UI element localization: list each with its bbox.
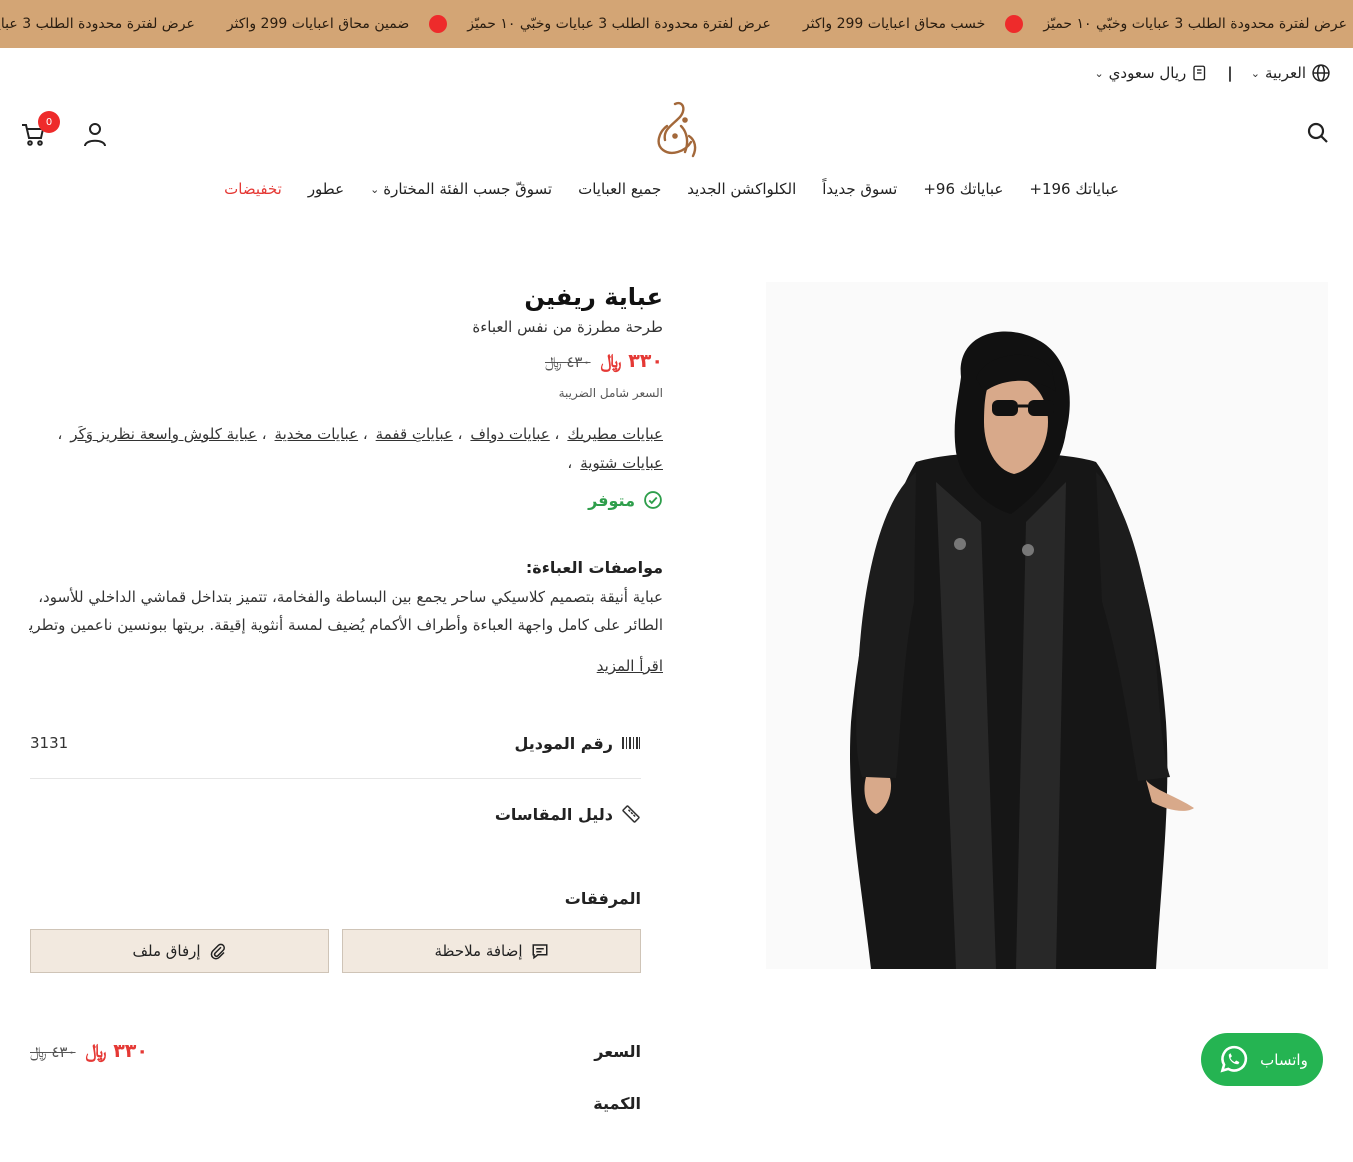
sale-price: ٣٣٠ ﷼ <box>600 350 663 372</box>
attachments-title: المرفقات <box>564 889 641 908</box>
check-circle-icon <box>644 491 662 509</box>
language-selector[interactable]: العربية ⌄ <box>1251 63 1331 83</box>
description-line: عباية أنيقة بتصميم كلاسيكي ساحر يجمع بين… <box>38 588 663 606</box>
category-link[interactable]: عباية كلوش واسعة نظريز وَكَر <box>70 425 257 443</box>
whatsapp-label: واتساب <box>1260 1050 1308 1069</box>
model-number-value: 3131 <box>30 734 69 752</box>
announcement-item: خسب محاق اعبايات 299 واكثر <box>802 16 986 32</box>
announcement-item: عرض لفترة محدودة الطلب 3 عبايات وخبّي ١٠… <box>467 16 771 32</box>
nav-item-perfumes[interactable]: عطور <box>308 180 344 198</box>
globe-icon <box>1312 64 1330 82</box>
nav-item-new-arrivals[interactable]: تسوق جديداً <box>822 180 897 198</box>
search-icon <box>1307 122 1328 143</box>
brand-logo[interactable] <box>645 96 707 166</box>
product-price: ٣٣٠ ﷼ ٤٣٠ ﷼ <box>29 350 663 372</box>
size-guide-label-group: دليل المقاسات <box>495 804 641 824</box>
stock-status: متوفر <box>29 490 663 510</box>
price-label: السعر <box>594 1042 641 1061</box>
model-number-label-group: رقم الموديل <box>514 734 641 753</box>
cart-count-badge: 0 <box>38 111 60 133</box>
product-subtitle: طرحة مطرزة من نفس العباءة <box>472 318 663 336</box>
attach-file-label: إرفاق ملف <box>132 942 201 960</box>
search-button[interactable] <box>1305 120 1331 146</box>
purchase-price: ٣٣٠ ﷼ ٤٣٠ ﷼ <box>30 1040 148 1062</box>
category-links: عبايات مطيرىك، عبايات دواف، عباياتِ قفمة… <box>57 425 663 472</box>
language-label: العربية <box>1265 64 1306 82</box>
product-title: عباية ريفين <box>524 283 663 311</box>
user-icon <box>84 123 106 147</box>
brooch <box>1022 544 1034 556</box>
currency-selector[interactable]: ريال سعودي ⌄ <box>1094 64 1209 82</box>
original-price: ٤٣٠ ﷼ <box>30 1043 76 1061</box>
announcement-item: عرض لفترة محدودة الطلب 3 عبايات و <box>0 16 195 32</box>
whatsapp-button[interactable]: واتساب <box>1201 1033 1323 1086</box>
nav-item-abayas-96[interactable]: عباياتك 96+ <box>923 180 1003 198</box>
description-title: مواصفات العباءة: <box>525 558 663 577</box>
original-price: ٤٣٠ ﷼ <box>545 353 591 371</box>
tax-note: السعر شامل الضريبة <box>558 386 663 400</box>
model-number-row: رقم الموديل 3131 <box>30 728 641 758</box>
nav-item-new-collection[interactable]: الكلواكشن الجديد <box>687 180 796 198</box>
add-note-button[interactable]: إضافة ملاحظة <box>342 929 641 973</box>
currency-label: ريال سعودي <box>1108 64 1187 82</box>
chevron-down-icon: ⌄ <box>1094 66 1104 80</box>
read-more-link[interactable]: اقرأ المزيد <box>597 657 663 675</box>
red-dot-icon <box>429 15 448 33</box>
barcode-icon <box>622 737 640 749</box>
sunglasses <box>992 400 1018 416</box>
sale-price: ٣٣٠ ﷼ <box>85 1040 148 1062</box>
chevron-down-icon: ⌄ <box>1250 66 1260 80</box>
account-button[interactable] <box>82 120 108 148</box>
description: عباية أنيقة بتصميم كلاسيكي ساحر يجمع بين… <box>29 583 663 639</box>
chevron-down-icon: ⌄ <box>370 182 380 196</box>
product-image[interactable] <box>766 282 1328 969</box>
size-guide-row[interactable]: دليل المقاسات <box>30 800 641 828</box>
category-link[interactable]: عبايات مخدية <box>275 425 359 443</box>
announcement-bar: عرض لفترة محدودة الطلب 3 عبايات وخبّي ١٠… <box>0 0 1353 48</box>
attach-file-button[interactable]: إرفاق ملف <box>30 929 329 973</box>
main-nav: عباياتك 196+ عباياتك 96+ تسوق جديداً الك… <box>224 180 1119 198</box>
brooch <box>954 538 966 550</box>
whatsapp-icon <box>1220 1045 1248 1072</box>
stock-label: متوفر <box>588 490 635 510</box>
nav-item-label: تسوقّ جسب الفئة المختارة <box>383 180 553 198</box>
announcement-item: ضمين محاق اعبايات 299 واكثر <box>226 16 410 32</box>
nav-item-shop-by-category[interactable]: تسوقّ جسب الفئة المختارة ⌄ <box>370 180 552 198</box>
nav-item-all-abayas[interactable]: جميع العبايات <box>578 180 661 198</box>
divider: | <box>1227 64 1233 82</box>
category-link[interactable]: عباياتِ قفمة <box>376 425 453 443</box>
comment-icon <box>532 944 548 960</box>
divider <box>30 778 641 779</box>
nav-item-sale[interactable]: تخفيضات <box>224 180 282 198</box>
sunglasses <box>1028 400 1054 416</box>
size-guide-label: دليل المقاسات <box>494 804 613 824</box>
ruler-icon <box>622 805 640 823</box>
model-number-label: رقم الموديل <box>514 733 613 753</box>
category-link[interactable]: عبايات دواف <box>470 425 549 443</box>
add-note-label: إضافة ملاحظة <box>434 942 523 960</box>
money-icon <box>1193 65 1206 81</box>
quantity-label: الكمية <box>593 1094 641 1113</box>
locale-bar: العربية ⌄ | ريال سعودي ⌄ <box>1094 60 1331 86</box>
category-link[interactable]: عبايات شتوية <box>580 454 663 472</box>
paperclip-icon <box>210 943 225 960</box>
announcement-item: عرض لفترة محدودة الطلب 3 عبايات وخبّي ١٠… <box>1043 16 1347 32</box>
nav-item-abayas-196[interactable]: عباياتك 196+ <box>1029 180 1119 198</box>
description-line: الطائر على كامل واجهة العباءة وأطراف الأ… <box>29 616 663 634</box>
category-link[interactable]: عبايات مطيرىك <box>567 425 663 443</box>
red-dot-icon <box>1005 15 1024 33</box>
product-info: عباية ريفين طرحة مطرزة من نفس العباءة ٣٣… <box>29 282 663 675</box>
